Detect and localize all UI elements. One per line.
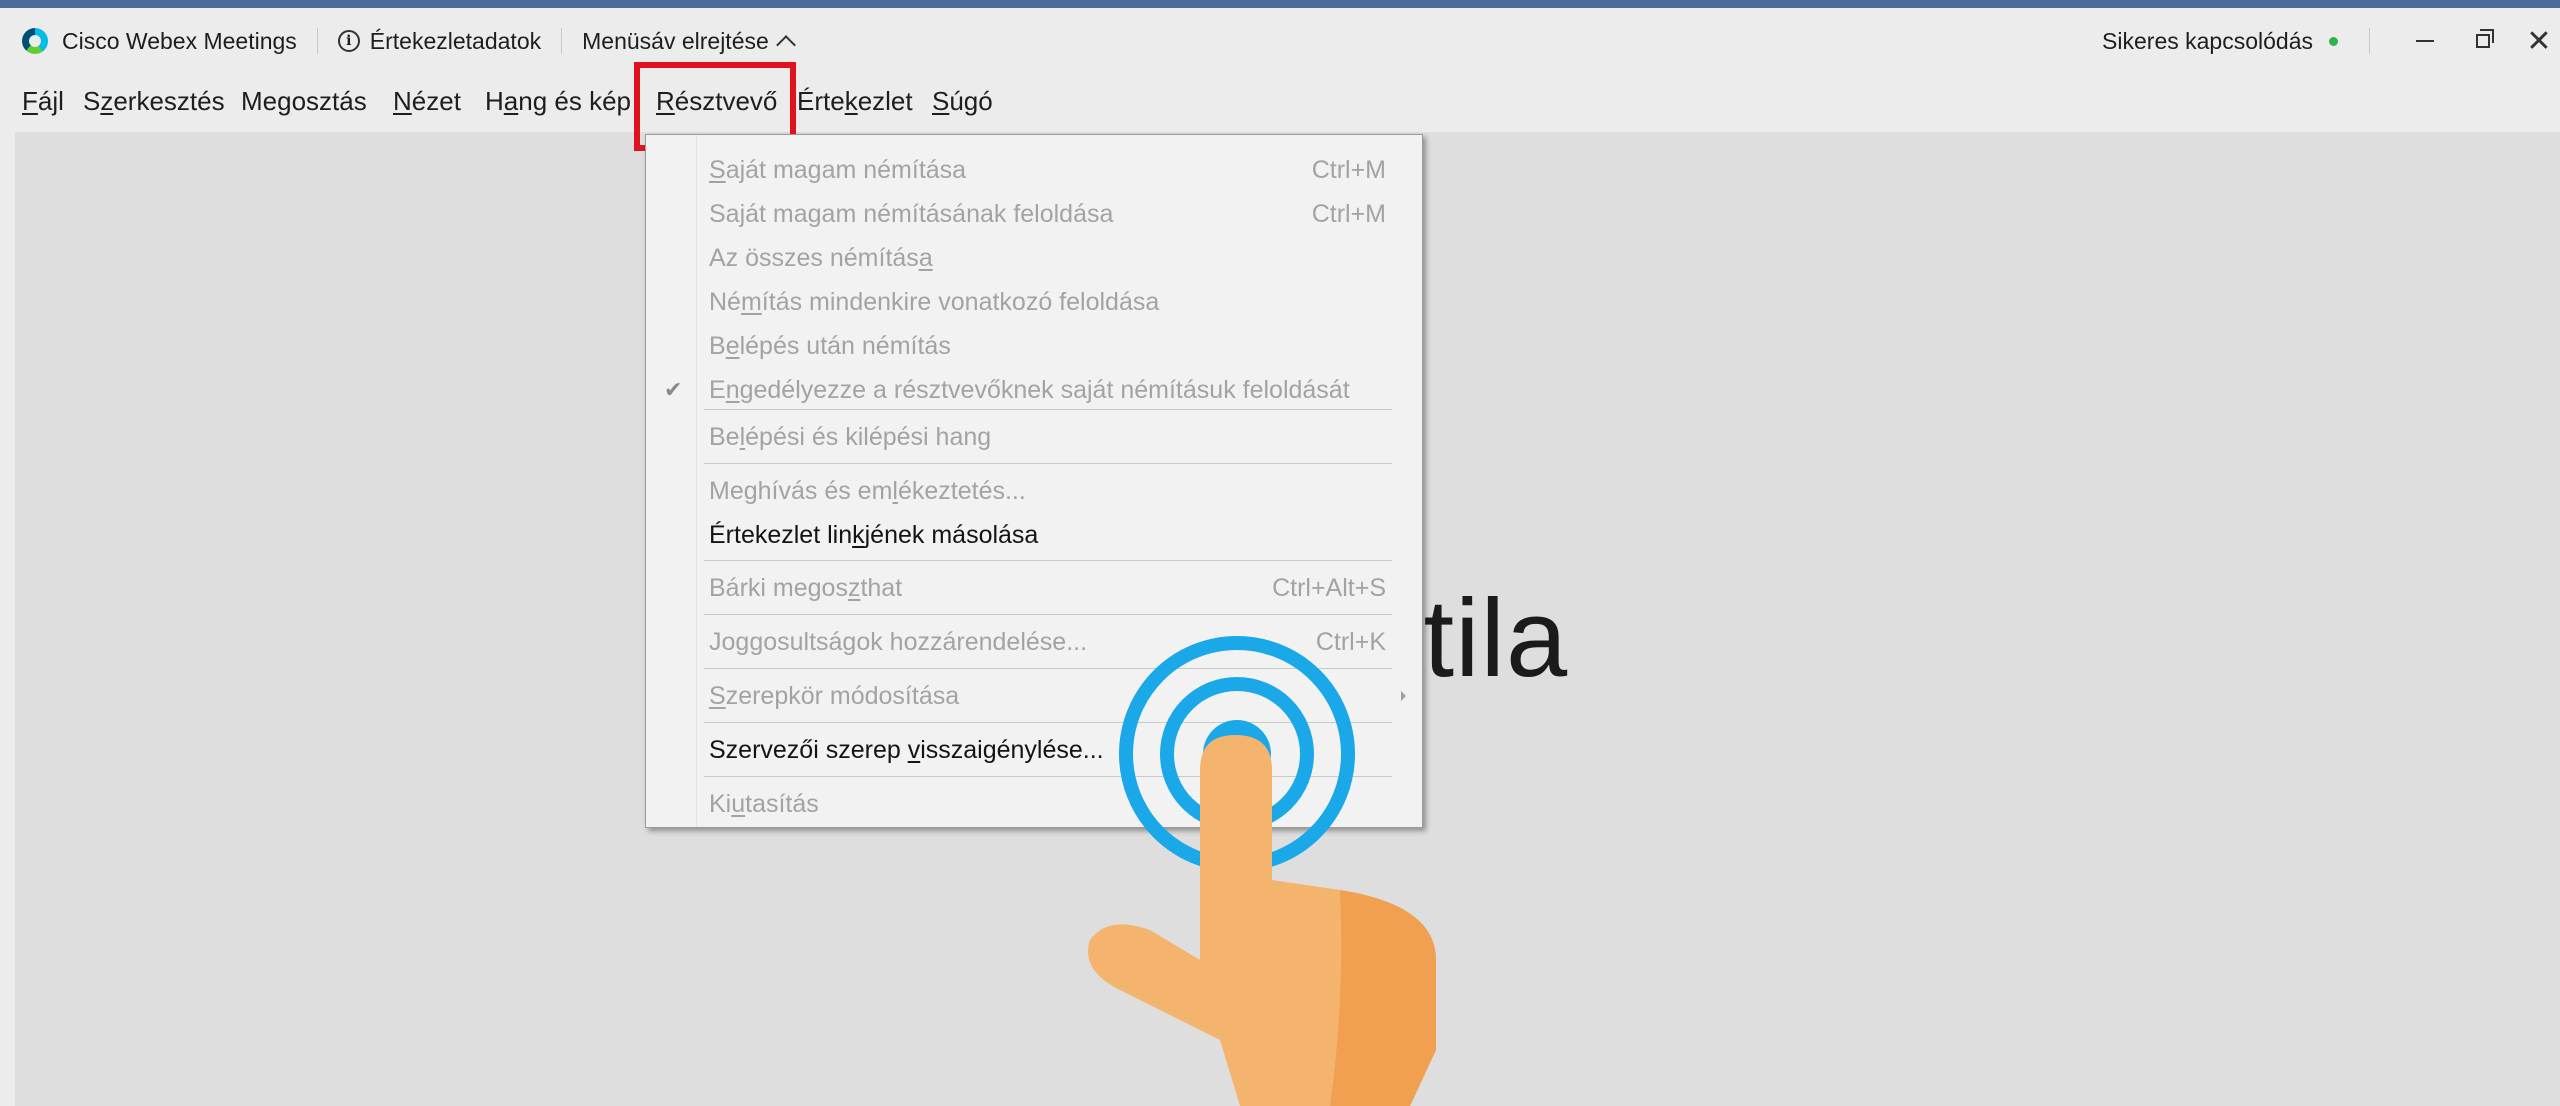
hide-menu-label: Menüsáv elrejtése <box>582 27 769 54</box>
restore-icon <box>2476 29 2494 48</box>
hide-menu-bar-button[interactable]: Menüsáv elrejtése <box>582 27 796 55</box>
menu-help[interactable]: Súgó <box>932 86 993 117</box>
menu-item-unmute-me[interactable]: Saját magam némításának feloldása Ctrl+M <box>709 195 1386 233</box>
menu-file[interactable]: Fájl <box>22 86 64 117</box>
menu-item-anyone-can-share[interactable]: Bárki megoszthat Ctrl+Alt+S <box>709 569 1386 607</box>
menu-item-mute-me[interactable]: Saját magam némítása Ctrl+M <box>709 151 1386 189</box>
menu-separator <box>704 722 1392 723</box>
menu-separator <box>704 463 1392 464</box>
chevron-up-icon <box>775 35 796 55</box>
shortcut: Ctrl+M <box>1311 199 1386 228</box>
app-title: Cisco Webex Meetings <box>62 27 297 54</box>
menu-item-expel[interactable]: Kiutasítás <box>709 785 1386 823</box>
webex-logo-icon <box>22 28 48 54</box>
menu-item-copy-meeting-link[interactable]: Értekezlet linkjének másolása <box>709 516 1386 554</box>
menu-item-invite-remind[interactable]: Meghívás és emlékeztetés... <box>709 472 1386 510</box>
menu-separator <box>704 668 1392 669</box>
menu-view[interactable]: Nézet <box>393 86 461 117</box>
menu-bar: Fájl Szerkesztés Megosztás Nézet Hang és… <box>0 74 2560 132</box>
title-bar: Cisco Webex Meetings i Értekezletadatok … <box>0 8 2560 74</box>
minimize-button[interactable] <box>2410 26 2440 56</box>
window-accent-strip <box>0 0 2560 8</box>
shortcut: Ctrl+M <box>1311 155 1386 184</box>
menu-separator <box>704 776 1392 777</box>
title-separator <box>561 28 563 54</box>
menu-item-allow-self-unmute[interactable]: Engedélyezze a résztvevőknek saját némít… <box>709 371 1386 409</box>
submenu-arrow-icon <box>1401 691 1406 701</box>
menu-meeting[interactable]: Értekezlet <box>797 86 913 117</box>
meeting-info-label: Értekezletadatok <box>369 27 542 54</box>
menu-item-change-role[interactable]: Szerepkör módosítása <box>709 677 1386 715</box>
menu-edit[interactable]: Szerkesztés <box>83 86 225 117</box>
checkmark-icon: ✔ <box>664 377 683 402</box>
meeting-info-button[interactable]: i Értekezletadatok <box>337 27 542 55</box>
status-dot-icon <box>2329 36 2338 46</box>
info-icon: i <box>337 30 360 52</box>
menu-audio-video[interactable]: Hang és kép <box>485 86 631 117</box>
menu-separator <box>704 409 1392 410</box>
connection-status-label: Sikeres kapcsolódás <box>2102 27 2313 54</box>
menu-separator <box>704 614 1392 615</box>
shortcut: Ctrl+Alt+S <box>1272 573 1386 602</box>
menu-item-mute-on-entry[interactable]: Belépés után némítás <box>709 327 1386 365</box>
shortcut: Ctrl+K <box>1315 627 1386 656</box>
menu-item-entry-exit-tone[interactable]: Belépési és kilépési hang <box>709 418 1386 456</box>
menu-item-mute-all[interactable]: Az összes némítása <box>709 239 1386 277</box>
menu-item-reclaim-host-role[interactable]: Szervezői szerep visszaigénylése... <box>709 731 1386 769</box>
menu-separator <box>704 560 1392 561</box>
title-separator <box>316 28 318 54</box>
menu-gutter-divider <box>696 135 697 827</box>
minimize-icon <box>2416 40 2434 42</box>
menu-item-unmute-all[interactable]: Némítás mindenkire vonatkozó feloldása <box>709 283 1386 321</box>
menu-share[interactable]: Megosztás <box>241 86 367 117</box>
connection-status: Sikeres kapcsolódás <box>2102 28 2338 55</box>
restore-button[interactable] <box>2468 26 2498 56</box>
left-panel-edge <box>0 132 15 1106</box>
menu-item-assign-privileges[interactable]: Joggosultságok hozzárendelése... Ctrl+K <box>709 623 1386 661</box>
participant-menu-dropdown: Saját magam némítása Ctrl+M Saját magam n… <box>645 134 1423 828</box>
close-button[interactable]: ✕ <box>2524 25 2554 58</box>
title-separator <box>2369 28 2370 54</box>
